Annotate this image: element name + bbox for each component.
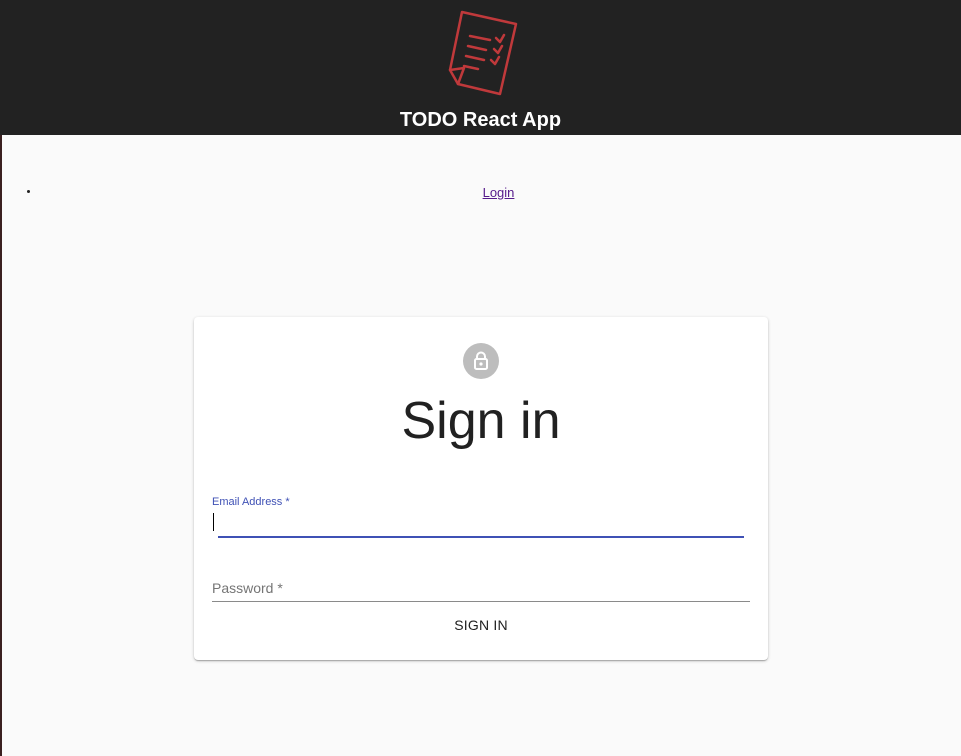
window-edge xyxy=(0,135,2,756)
app-title: TODO React App xyxy=(399,109,562,131)
password-field[interactable]: Password * xyxy=(212,570,750,602)
nav-list: Login xyxy=(0,178,961,208)
app-header: TODO React App xyxy=(0,0,961,135)
email-underline xyxy=(218,536,744,538)
todo-list-document-icon xyxy=(448,10,518,96)
text-cursor xyxy=(213,513,214,531)
email-label: Email Address * xyxy=(212,496,290,508)
signin-card: Sign in Email Address * Password * SIGN … xyxy=(194,317,768,660)
avatar xyxy=(463,343,499,379)
lock-icon xyxy=(474,351,488,370)
email-field[interactable]: Email Address * xyxy=(212,492,750,538)
login-link[interactable]: Login xyxy=(0,185,961,200)
signin-title: Sign in xyxy=(401,392,561,450)
password-underline xyxy=(212,601,750,602)
signin-button[interactable]: SIGN IN xyxy=(422,611,540,639)
password-label: Password * xyxy=(212,580,283,596)
